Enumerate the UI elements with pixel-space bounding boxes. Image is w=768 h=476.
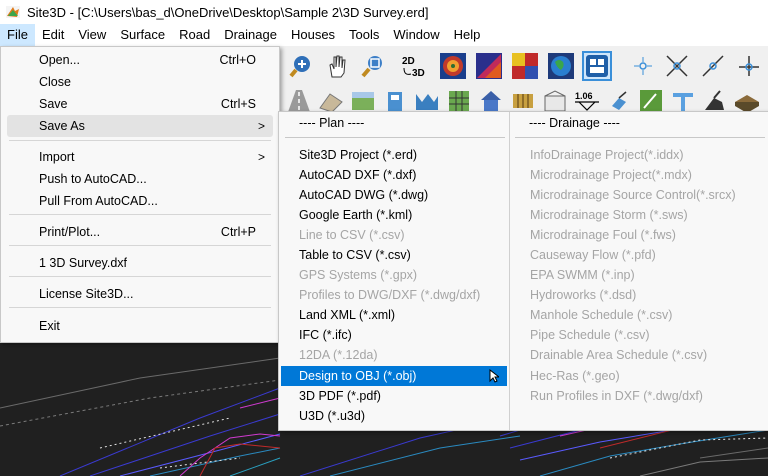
snap-nearest-icon[interactable] bbox=[698, 51, 728, 81]
save-as-iddx: InfoDrainage Project(*.iddx) bbox=[530, 148, 684, 162]
menu-push-autocad-label: Push to AutoCAD... bbox=[39, 172, 147, 186]
save-as-sws: Microdrainage Storm (*.sws) bbox=[530, 208, 688, 222]
plan-column-header: ---- Plan ---- bbox=[299, 116, 365, 130]
menu-exit-label: Exit bbox=[39, 319, 60, 333]
column-divider-line bbox=[515, 137, 765, 138]
site3d-app-icon bbox=[5, 4, 21, 20]
snap-intersection-icon[interactable] bbox=[662, 51, 692, 81]
menu-drainage[interactable]: Drainage bbox=[217, 24, 284, 46]
save-as-12da: 12DA (*.12da) bbox=[299, 348, 378, 362]
title-bar: Site3D - [C:\Users\bas_d\OneDrive\Deskto… bbox=[0, 0, 768, 24]
menu-close[interactable]: Close bbox=[7, 71, 273, 93]
contour-shading-icon[interactable] bbox=[438, 51, 468, 81]
mouse-cursor-icon bbox=[489, 368, 501, 386]
menu-save-label: Save bbox=[39, 97, 68, 111]
save-as-srcx: Microdrainage Source Control(*.srcx) bbox=[530, 188, 736, 202]
menu-help[interactable]: Help bbox=[447, 24, 488, 46]
menu-pull-autocad[interactable]: Pull From AutoCAD... bbox=[7, 190, 273, 212]
menu-tools[interactable]: Tools bbox=[342, 24, 386, 46]
menu-save-as[interactable]: Save As > bbox=[7, 115, 273, 137]
menu-save[interactable]: Save Ctrl+S bbox=[7, 93, 273, 115]
menu-separator bbox=[9, 245, 271, 246]
save-as-manhole-csv: Manhole Schedule (*.csv) bbox=[530, 308, 673, 322]
save-as-line-csv: Line to CSV (*.csv) bbox=[299, 228, 405, 242]
column-divider-line bbox=[285, 137, 505, 138]
zoom-extents-icon[interactable] bbox=[286, 51, 316, 81]
save-as-ifc[interactable]: IFC (*.ifc) bbox=[299, 325, 352, 345]
menu-view[interactable]: View bbox=[71, 24, 113, 46]
save-as-dxf[interactable]: AutoCAD DXF (*.dxf) bbox=[299, 165, 416, 185]
menu-recent-file-label: 1 3D Survey.dxf bbox=[39, 256, 128, 270]
save-as-3d-pdf[interactable]: 3D PDF (*.pdf) bbox=[299, 386, 381, 406]
menu-print-plot-shortcut: Ctrl+P bbox=[220, 225, 256, 239]
menu-license[interactable]: License Site3D... bbox=[7, 283, 273, 305]
save-as-mdx: Microdrainage Project(*.mdx) bbox=[530, 168, 692, 182]
save-as-geo: Hec-Ras (*.geo) bbox=[530, 369, 620, 383]
cut-fill-icon[interactable] bbox=[510, 51, 540, 81]
save-as-profiles-dwg-dxf: Profiles to DWG/DXF (*.dwg/dxf) bbox=[299, 288, 481, 302]
menu-surface[interactable]: Surface bbox=[113, 24, 172, 46]
menu-save-as-label: Save As bbox=[39, 119, 85, 133]
save-as-pipe-csv: Pipe Schedule (*.csv) bbox=[530, 328, 650, 342]
drainage-column-header: ---- Drainage ---- bbox=[529, 116, 620, 130]
menu-separator bbox=[9, 140, 271, 141]
menu-exit[interactable]: Exit bbox=[7, 315, 273, 337]
level-value-text: 1.06 bbox=[575, 91, 593, 101]
earth-view-icon[interactable] bbox=[546, 51, 576, 81]
save-as-gpx: GPS Systems (*.gpx) bbox=[299, 268, 418, 282]
menu-houses[interactable]: Houses bbox=[284, 24, 342, 46]
menu-edit[interactable]: Edit bbox=[35, 24, 71, 46]
menu-bar: File Edit View Surface Road Drainage Hou… bbox=[0, 24, 768, 46]
submenu-arrow-icon: > bbox=[257, 119, 265, 133]
menu-open-label: Open... bbox=[39, 53, 80, 67]
menu-separator bbox=[9, 276, 271, 277]
menu-import[interactable]: Import > bbox=[7, 146, 273, 168]
menu-open[interactable]: Open... Ctrl+O bbox=[7, 49, 273, 71]
file-menu-dropdown: Open... Ctrl+O Close Save Ctrl+S Save As… bbox=[0, 46, 280, 343]
menu-print-plot[interactable]: Print/Plot... Ctrl+P bbox=[7, 221, 273, 243]
save-as-obj[interactable]: Design to OBJ (*.obj) bbox=[281, 366, 507, 386]
window-title: Site3D - [C:\Users\bas_d\OneDrive\Deskto… bbox=[27, 4, 429, 20]
2d3d-toggle-icon[interactable]: 2D 3D bbox=[400, 51, 430, 81]
slope-analysis-icon[interactable] bbox=[474, 51, 504, 81]
save-as-u3d[interactable]: U3D (*.u3d) bbox=[299, 406, 365, 426]
save-as-fws: Microdrainage Foul (*.fws) bbox=[530, 228, 676, 242]
snap-point-icon[interactable] bbox=[628, 51, 658, 81]
save-as-kml[interactable]: Google Earth (*.kml) bbox=[299, 205, 412, 225]
render-view-icon[interactable] bbox=[582, 51, 612, 81]
save-as-dwg[interactable]: AutoCAD DWG (*.dwg) bbox=[299, 185, 428, 205]
save-as-table-csv[interactable]: Table to CSV (*.csv) bbox=[299, 245, 411, 265]
save-as-pfd: Causeway Flow (*.pfd) bbox=[530, 248, 656, 262]
svg-text:3D: 3D bbox=[412, 68, 425, 79]
menu-push-autocad[interactable]: Push to AutoCAD... bbox=[7, 168, 273, 190]
menu-window[interactable]: Window bbox=[386, 24, 446, 46]
save-as-run-profiles-dxf: Run Profiles in DXF (*.dwg/dxf) bbox=[530, 389, 703, 403]
zoom-window-icon[interactable] bbox=[358, 51, 388, 81]
menu-road[interactable]: Road bbox=[172, 24, 217, 46]
submenu-arrow-icon: > bbox=[257, 150, 265, 164]
menu-license-label: License Site3D... bbox=[39, 287, 134, 301]
column-separator bbox=[509, 112, 510, 430]
menu-save-shortcut: Ctrl+S bbox=[220, 97, 256, 111]
save-as-landxml[interactable]: Land XML (*.xml) bbox=[299, 305, 395, 325]
pan-hand-icon[interactable] bbox=[322, 51, 352, 81]
menu-file[interactable]: File bbox=[0, 24, 35, 46]
menu-separator bbox=[9, 307, 271, 308]
menu-pull-autocad-label: Pull From AutoCAD... bbox=[39, 194, 158, 208]
save-as-drainable-area-csv: Drainable Area Schedule (*.csv) bbox=[530, 348, 708, 362]
save-as-submenu: ---- Plan ---- ---- Drainage ---- Site3D… bbox=[278, 111, 768, 431]
menu-close-label: Close bbox=[39, 75, 71, 89]
svg-text:2D: 2D bbox=[402, 56, 415, 67]
save-as-erd[interactable]: Site3D Project (*.erd) bbox=[299, 145, 417, 165]
save-as-dsd: Hydroworks (*.dsd) bbox=[530, 288, 637, 302]
menu-open-shortcut: Ctrl+O bbox=[219, 53, 256, 67]
menu-recent-file[interactable]: 1 3D Survey.dxf bbox=[7, 252, 273, 274]
menu-import-label: Import bbox=[39, 150, 75, 164]
save-as-inp: EPA SWMM (*.inp) bbox=[530, 268, 635, 282]
snap-perpendicular-icon[interactable] bbox=[734, 51, 764, 81]
menu-print-plot-label: Print/Plot... bbox=[39, 225, 101, 239]
menu-separator bbox=[9, 214, 271, 215]
